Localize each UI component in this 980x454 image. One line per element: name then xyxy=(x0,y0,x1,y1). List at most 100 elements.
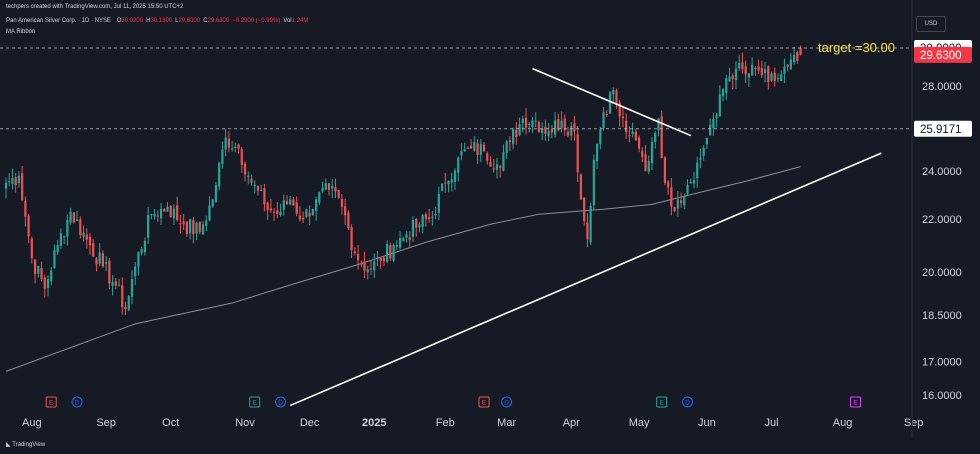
candle-body xyxy=(169,206,172,217)
candle-body xyxy=(266,202,269,211)
ohlc-key: C xyxy=(203,18,208,24)
y-tick-label: 17.0000 xyxy=(922,357,962,369)
candle-body xyxy=(696,162,699,179)
candle-body xyxy=(214,185,218,202)
candle-body xyxy=(531,120,534,128)
candle-body xyxy=(524,117,528,128)
dividend-marker[interactable]: D xyxy=(275,396,287,408)
candle-body xyxy=(463,149,466,152)
candle-body xyxy=(298,215,302,220)
candle-body xyxy=(337,190,340,198)
candle-body xyxy=(731,75,734,80)
price-label: 25.9171 xyxy=(920,124,962,136)
candle-body xyxy=(308,212,311,217)
candle-body xyxy=(260,190,263,192)
earnings-marker[interactable]: E xyxy=(45,396,57,408)
candle-body xyxy=(663,157,667,183)
symbol-line[interactable]: Pan American Silver Corp. · 1D · NYSE O3… xyxy=(6,18,311,24)
earnings-marker[interactable]: E xyxy=(249,396,261,408)
candle-body xyxy=(376,258,379,260)
dividend-marker[interactable]: D xyxy=(682,396,694,408)
ohlc-value: 29.6000 xyxy=(178,18,201,24)
marker-letter: D xyxy=(685,400,690,407)
y-tick-label: 24.0000 xyxy=(922,166,962,178)
candle-body xyxy=(566,131,570,136)
ohlc-value: 29.6300 xyxy=(207,18,230,24)
candle-body xyxy=(82,232,85,237)
candle-body xyxy=(760,68,763,76)
candle-body xyxy=(279,211,282,215)
candle-body xyxy=(360,263,363,265)
dividend-marker[interactable]: D xyxy=(71,396,83,408)
candle-body xyxy=(243,163,247,175)
candle-body xyxy=(176,205,179,221)
candle-body xyxy=(114,281,117,286)
candle-body xyxy=(305,209,308,217)
currency-selector[interactable]: USD xyxy=(916,16,946,32)
candle-body xyxy=(353,251,356,253)
candle-body xyxy=(198,221,201,232)
candle-body xyxy=(153,213,156,217)
chart-area[interactable]: target =30.00 E D E D E D E D E Aug Sep Oct Nov Dec 2… xyxy=(0,0,980,454)
candle-body xyxy=(237,144,240,149)
candle-body xyxy=(440,183,444,191)
candle-body xyxy=(201,224,205,235)
candle-body xyxy=(702,147,705,156)
candle-body xyxy=(683,195,686,205)
candle-body xyxy=(121,285,124,308)
candle-body xyxy=(479,143,482,155)
candle-body xyxy=(63,236,66,238)
candle-body xyxy=(195,222,198,234)
candle-body xyxy=(773,72,776,82)
earnings-marker[interactable]: E xyxy=(478,396,490,408)
price-chart[interactable]: target =30.00 E D E D E D E D E Aug Sep Oct Nov Dec 2… xyxy=(0,0,980,454)
candle-body xyxy=(117,284,121,286)
candle-body xyxy=(686,185,689,194)
earnings-marker[interactable]: E xyxy=(656,396,668,408)
candle-body xyxy=(667,181,670,188)
candle-body xyxy=(272,211,276,213)
y-tick-label: 22.0000 xyxy=(922,214,962,226)
candle-body xyxy=(72,212,75,223)
candle-body xyxy=(137,252,140,267)
candle-body xyxy=(679,200,683,204)
candle-body xyxy=(386,244,389,262)
candle-body xyxy=(450,179,453,183)
candle-body xyxy=(473,142,476,151)
candle-body xyxy=(79,219,82,235)
candle-body xyxy=(776,78,780,80)
candle-body xyxy=(101,253,104,267)
candle-body xyxy=(318,191,321,203)
candle-body xyxy=(789,59,792,70)
candle-body xyxy=(147,214,150,238)
candle-body xyxy=(98,252,101,264)
symbol-title: Pan American Silver Corp. · 1D · NYSE xyxy=(6,18,112,24)
candle-body xyxy=(692,180,696,184)
candle-body xyxy=(689,181,692,184)
y-tick-label: 20.0000 xyxy=(922,267,962,279)
candle-body xyxy=(27,215,30,237)
candle-body xyxy=(605,114,608,116)
candle-body xyxy=(628,135,631,137)
indicator-label[interactable]: MA Ribbon xyxy=(6,29,35,35)
candle-body xyxy=(495,164,499,170)
candle-body xyxy=(269,208,272,211)
candle-body xyxy=(799,47,802,55)
ohlc-key: Vol xyxy=(283,18,292,24)
x-tick-label: Apr xyxy=(563,417,580,429)
candle-body xyxy=(705,137,709,145)
dividend-marker[interactable]: D xyxy=(501,396,513,408)
ohlc-value: 30.0200 xyxy=(121,18,144,24)
candle-body xyxy=(285,201,289,205)
candle-body xyxy=(421,215,424,228)
candle-body xyxy=(650,142,654,164)
ohlc-values: O30.0200 H30.1300 L29.6000 C29.6300 −0.2900 … xyxy=(117,18,312,24)
candle-body xyxy=(721,89,725,97)
candle-body xyxy=(676,199,679,209)
earnings-marker[interactable]: E xyxy=(849,396,861,408)
candle-body xyxy=(14,177,17,186)
candle-body xyxy=(50,270,53,282)
candle-body xyxy=(715,114,718,118)
candle-body xyxy=(37,265,40,274)
candle-body xyxy=(434,214,437,216)
